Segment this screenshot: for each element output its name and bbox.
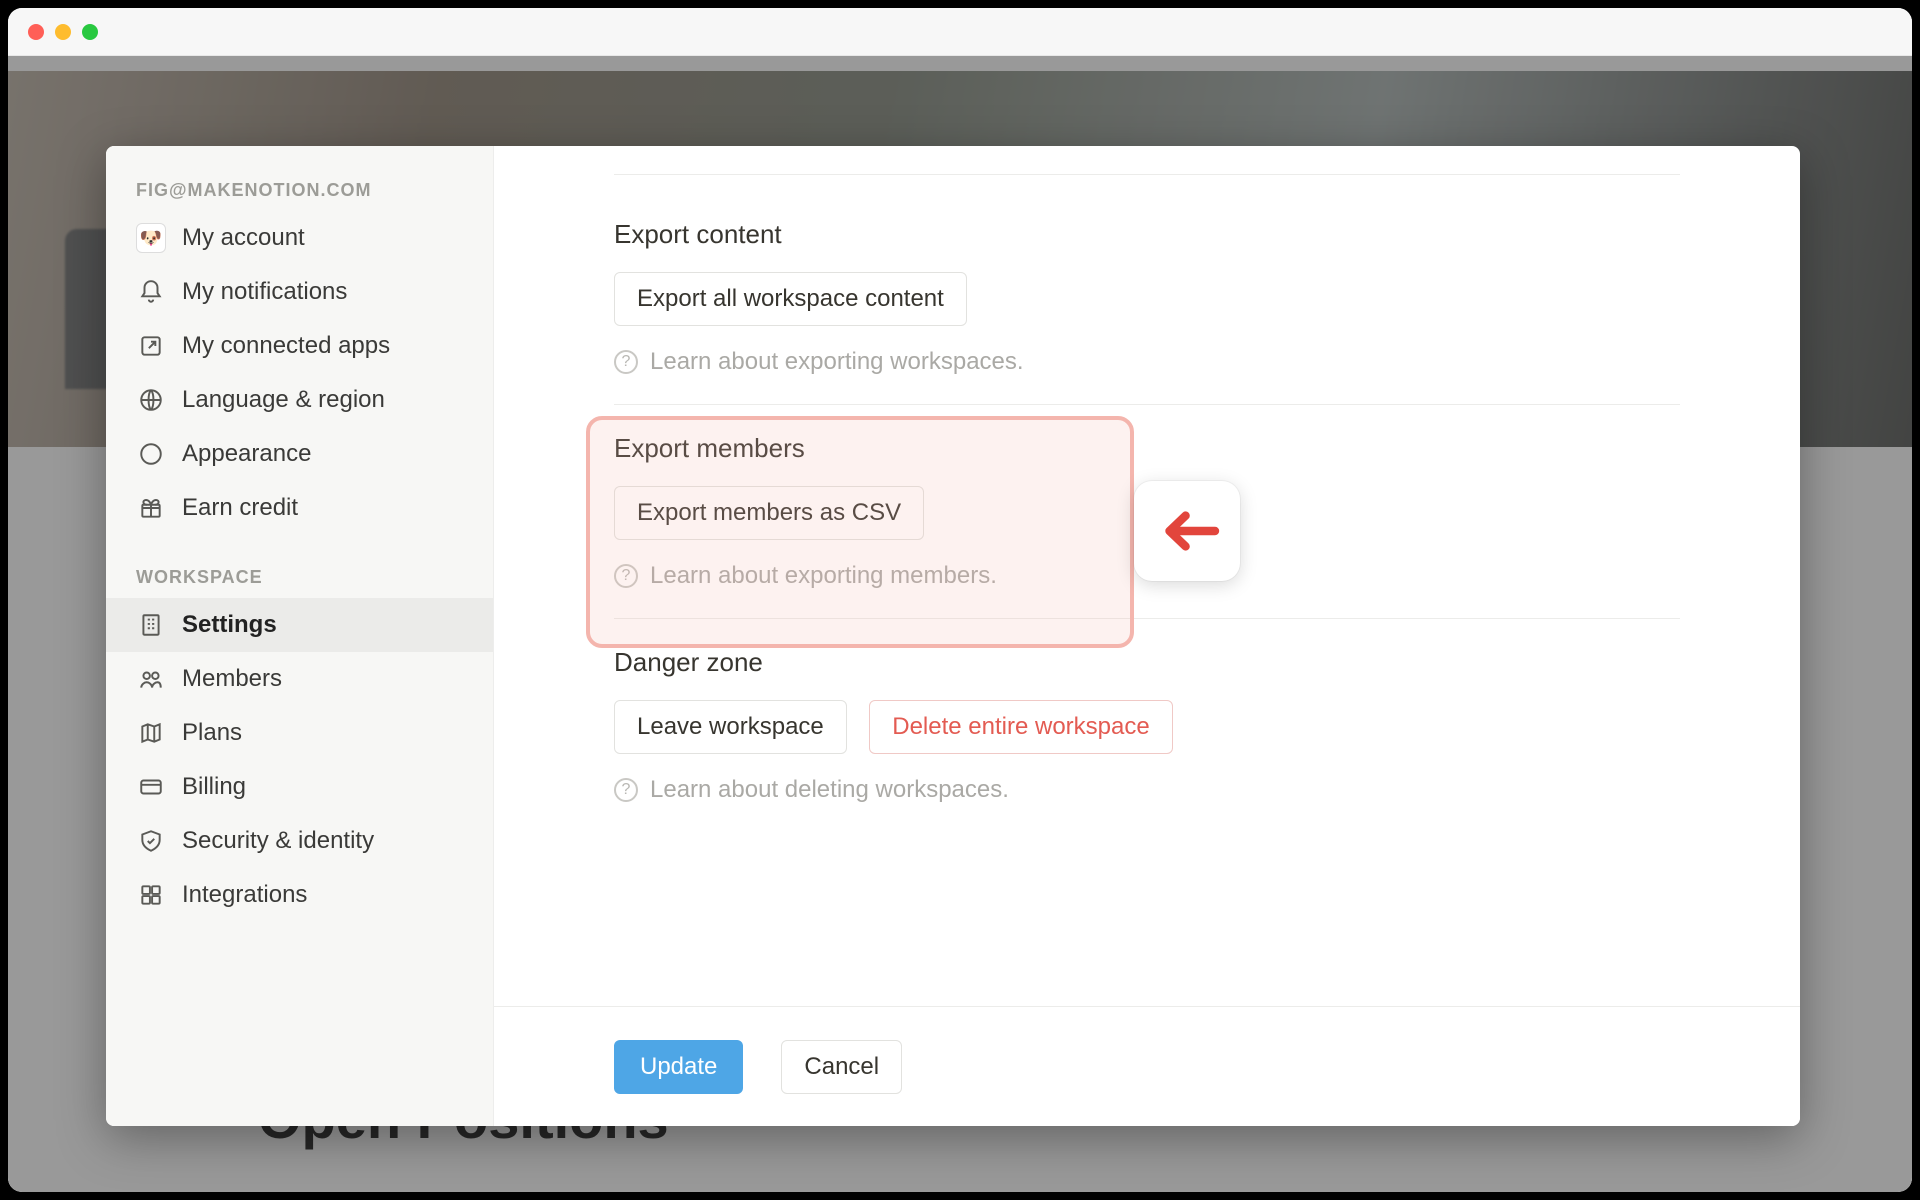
leave-workspace-button[interactable]: Leave workspace (614, 700, 847, 754)
avatar-icon: 🐶 (136, 223, 166, 253)
help-icon: ? (614, 350, 638, 374)
sidebar-item-label: Members (182, 665, 282, 693)
sidebar-item-my-notifications[interactable]: My notifications (106, 265, 493, 319)
section-title: Export members (614, 433, 1680, 464)
help-link-export-members[interactable]: ? Learn about exporting members. (614, 562, 1680, 590)
settings-scroll-area: Export content Export all workspace cont… (494, 146, 1800, 1006)
sidebar-item-integrations[interactable]: Integrations (106, 868, 493, 922)
delete-workspace-button[interactable]: Delete entire workspace (869, 700, 1172, 754)
window-minimize-icon[interactable] (55, 24, 71, 40)
sidebar-item-connected-apps[interactable]: My connected apps (106, 319, 493, 373)
moon-icon (136, 439, 166, 469)
sidebar-item-my-account[interactable]: 🐶 My account (106, 211, 493, 265)
section-title: Danger zone (614, 647, 1680, 678)
export-all-content-button[interactable]: Export all workspace content (614, 272, 967, 326)
sidebar-item-appearance[interactable]: Appearance (106, 427, 493, 481)
globe-icon (136, 385, 166, 415)
sidebar-item-label: Appearance (182, 440, 311, 468)
help-link-export-workspaces[interactable]: ? Learn about exporting workspaces. (614, 348, 1680, 376)
credit-card-icon (136, 772, 166, 802)
section-export-content: Export content Export all workspace cont… (614, 174, 1680, 405)
titlebar (8, 8, 1912, 56)
window-zoom-icon[interactable] (82, 24, 98, 40)
settings-dialog: FIG@MAKENOTION.COM 🐶 My account My notif… (106, 146, 1800, 1126)
help-text: Learn about exporting members. (650, 562, 997, 590)
sidebar-item-members[interactable]: Members (106, 652, 493, 706)
help-text: Learn about exporting workspaces. (650, 348, 1024, 376)
grid-icon (136, 880, 166, 910)
help-link-delete-workspaces[interactable]: ? Learn about deleting workspaces. (614, 776, 1680, 804)
shield-icon (136, 826, 166, 856)
window-close-icon[interactable] (28, 24, 44, 40)
sidebar-item-label: My notifications (182, 278, 347, 306)
people-icon (136, 664, 166, 694)
sidebar-item-billing[interactable]: Billing (106, 760, 493, 814)
page-background: Open Positions FIG@MAKENOTION.COM 🐶 My a… (8, 56, 1912, 1192)
help-text: Learn about deleting workspaces. (650, 776, 1009, 804)
update-button[interactable]: Update (614, 1040, 743, 1094)
sidebar-item-label: Earn credit (182, 494, 298, 522)
gift-icon (136, 493, 166, 523)
settings-content: Export content Export all workspace cont… (494, 146, 1800, 1126)
building-icon (136, 610, 166, 640)
sidebar-heading-workspace: WORKSPACE (106, 553, 493, 598)
export-members-csv-button[interactable]: Export members as CSV (614, 486, 924, 540)
dialog-footer: Update Cancel (494, 1006, 1800, 1126)
cancel-button[interactable]: Cancel (781, 1040, 902, 1094)
sidebar-item-label: Security & identity (182, 827, 374, 855)
sidebar-item-settings[interactable]: Settings (106, 598, 493, 652)
external-link-icon (136, 331, 166, 361)
sidebar-item-label: Billing (182, 773, 246, 801)
section-title: Export content (614, 219, 1680, 250)
help-icon: ? (614, 564, 638, 588)
sidebar-item-security[interactable]: Security & identity (106, 814, 493, 868)
section-danger-zone: Danger zone Leave workspace Delete entir… (614, 619, 1680, 832)
sidebar-item-label: Settings (182, 611, 277, 639)
sidebar-item-label: Plans (182, 719, 242, 747)
sidebar-item-label: Integrations (182, 881, 307, 909)
sidebar-item-language-region[interactable]: Language & region (106, 373, 493, 427)
sidebar-heading-account: FIG@MAKENOTION.COM (106, 166, 493, 211)
app-window: Open Positions FIG@MAKENOTION.COM 🐶 My a… (8, 8, 1912, 1192)
bell-icon (136, 277, 166, 307)
sidebar-item-earn-credit[interactable]: Earn credit (106, 481, 493, 535)
section-export-members: Export members Export members as CSV ? L… (614, 405, 1680, 619)
map-icon (136, 718, 166, 748)
settings-sidebar: FIG@MAKENOTION.COM 🐶 My account My notif… (106, 146, 494, 1126)
sidebar-item-label: My account (182, 224, 305, 252)
help-icon: ? (614, 778, 638, 802)
sidebar-item-label: Language & region (182, 386, 385, 414)
sidebar-item-plans[interactable]: Plans (106, 706, 493, 760)
sidebar-item-label: My connected apps (182, 332, 390, 360)
